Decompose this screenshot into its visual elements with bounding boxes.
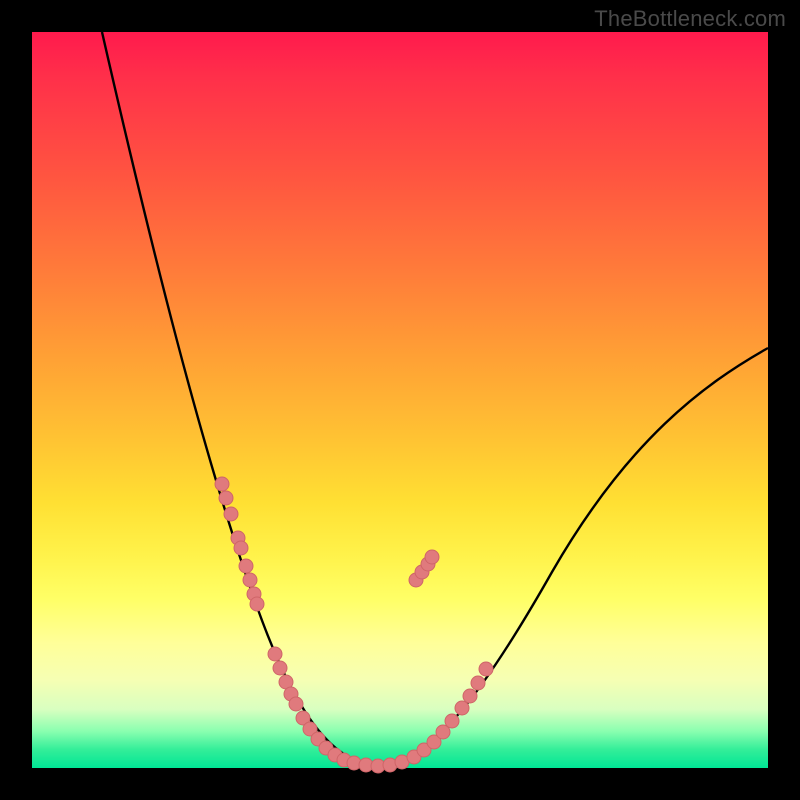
chart-frame: TheBottleneck.com	[0, 0, 800, 800]
curve-layer	[32, 32, 768, 768]
marker-group	[215, 477, 493, 773]
watermark-text: TheBottleneck.com	[594, 6, 786, 32]
v-curve-path	[102, 32, 768, 765]
plot-area	[32, 32, 768, 768]
